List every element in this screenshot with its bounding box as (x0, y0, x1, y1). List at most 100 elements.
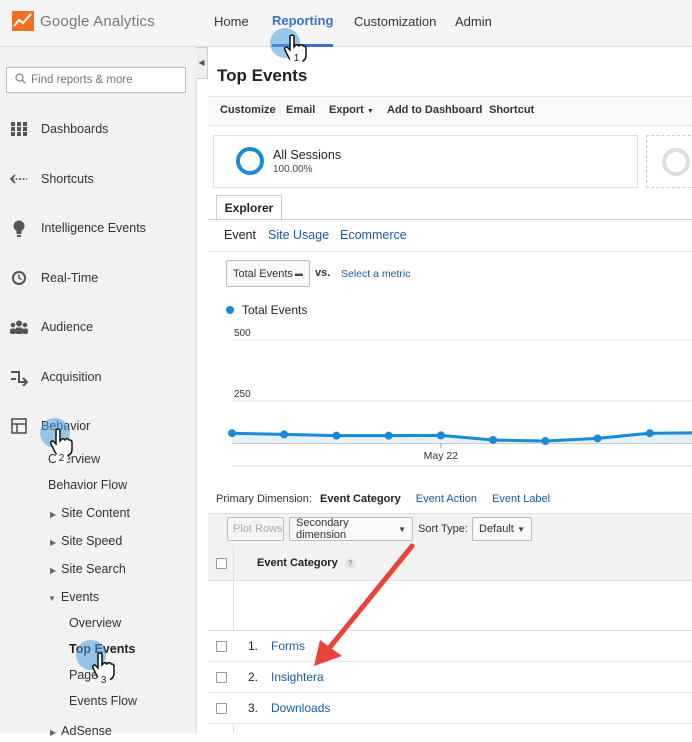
sidebar-item-label: Shortcuts (41, 172, 94, 186)
expand-triangle-icon: ▶ (50, 510, 57, 519)
callout-number-3: 3 (97, 674, 110, 687)
data-point[interactable] (645, 429, 654, 438)
subtab-divider (208, 251, 692, 252)
collapse-sidebar-button[interactable]: ◀ (196, 47, 208, 79)
row-number: 3. (248, 701, 259, 715)
sidebar-item-acquisition[interactable]: Acquisition (8, 365, 101, 389)
callout-number-2: 2 (55, 452, 68, 465)
sort-type-dropdown[interactable]: Default ▼ (472, 517, 532, 541)
chevron-down-icon: ▼ (517, 524, 525, 534)
collapse-triangle-icon: ▼ (48, 594, 56, 603)
expand-triangle-icon: ▶ (50, 538, 57, 547)
sidebar-item-intelligence-events[interactable]: Intelligence Events (8, 216, 146, 240)
subtab-event[interactable]: Event (224, 228, 256, 242)
data-point[interactable] (436, 431, 445, 440)
sidebar-subitem-label: Site Speed (61, 534, 123, 548)
tab-home[interactable]: Home (214, 0, 249, 46)
secondary-dimension-label: Secondary dimension (296, 517, 349, 541)
sidebar-item-label: Real-Time (41, 271, 99, 285)
table-summary-row (208, 581, 692, 631)
sidebar-item-dashboards[interactable]: Dashboards (8, 117, 108, 141)
row-link-insightera[interactable]: Insightera (271, 670, 324, 684)
sidebar-subitem-site-speed[interactable]: ▶ Site Speed (50, 532, 122, 550)
sort-type-label: Sort Type: (418, 523, 468, 535)
row-checkbox[interactable] (216, 641, 227, 652)
email-button[interactable]: Email (286, 104, 315, 116)
sidebar-item-label: Acquisition (41, 370, 102, 384)
sidebar-item-label: Intelligence Events (41, 221, 146, 235)
metric-dropdown-value: Total Events (233, 267, 293, 280)
segment-percent: 100.00% (273, 164, 313, 175)
dimension-event-action[interactable]: Event Action (416, 493, 477, 505)
row-checkbox[interactable] (216, 703, 227, 714)
sidebar-subitem-events-flow[interactable]: Events Flow (69, 692, 137, 710)
data-point[interactable] (593, 434, 602, 443)
segment-donut-icon (236, 147, 264, 175)
table-row: 1. Forms (208, 631, 692, 662)
tab-admin[interactable]: Admin (455, 0, 492, 46)
sidebar-subitem-label: AdSense (61, 724, 112, 738)
dimension-event-category[interactable]: Event Category (320, 493, 401, 505)
plot-rows-button[interactable]: Plot Rows (227, 517, 284, 541)
row-link-downloads[interactable]: Downloads (271, 701, 330, 715)
lightbulb-icon (8, 219, 30, 237)
secondary-dimension-dropdown[interactable]: Secondary dimension ▼ (289, 517, 413, 541)
data-point[interactable] (384, 431, 393, 440)
segment-all-sessions[interactable]: All Sessions 100.00% (213, 135, 638, 188)
google-analytics-logo[interactable]: Google Analytics (12, 8, 155, 34)
legend-dot-icon (226, 306, 234, 314)
sidebar-subitem-behavior-flow[interactable]: Behavior Flow (48, 476, 127, 494)
sidebar-subitem-label: Events (60, 590, 100, 604)
sidebar-subitem-site-search[interactable]: ▶ Site Search (50, 560, 126, 578)
sidebar-subitem-site-content[interactable]: ▶ Site Content (50, 504, 130, 522)
row-checkbox[interactable] (216, 672, 227, 683)
add-to-dashboard-button[interactable]: Add to Dashboard (387, 104, 482, 116)
metric-dropdown[interactable]: Total Events ▬ (226, 260, 310, 287)
sidebar-subitem-events-overview[interactable]: Overview (69, 614, 121, 632)
search-input[interactable] (29, 73, 183, 87)
tab-explorer[interactable]: Explorer (216, 195, 282, 221)
shortcut-arrow-icon (8, 170, 30, 188)
shortcut-button[interactable]: Shortcut (489, 104, 534, 116)
subtab-site-usage[interactable]: Site Usage (268, 228, 329, 242)
export-label: Export (329, 104, 364, 116)
data-point[interactable] (280, 430, 289, 439)
sidebar-subitem-label: Site Search (61, 562, 126, 576)
x-tick-label: May 22 (424, 450, 459, 462)
export-button[interactable]: Export ▼ (329, 104, 374, 116)
dimension-event-label[interactable]: Event Label (492, 493, 550, 505)
y-tick-label: 500 (234, 328, 251, 339)
tab-customization[interactable]: Customization (354, 0, 436, 46)
sidebar-item-label: Audience (41, 320, 94, 334)
primary-dimension-label: Primary Dimension: (216, 493, 312, 505)
sidebar-subitem-adsense[interactable]: ▶ AdSense (50, 722, 112, 740)
data-point[interactable] (541, 437, 550, 446)
sidebar-item-shortcuts[interactable]: Shortcuts (8, 167, 94, 191)
sidebar-item-audience[interactable]: Audience (8, 315, 93, 339)
add-segment-placeholder[interactable] (646, 135, 692, 188)
sidebar-item-real-time[interactable]: Real-Time (8, 266, 98, 290)
legend-series-name: Total Events (242, 303, 308, 317)
select-all-checkbox[interactable] (216, 558, 227, 569)
customize-button[interactable]: Customize (220, 104, 276, 116)
data-point[interactable] (489, 436, 498, 445)
chart-legend[interactable]: Total Events (226, 303, 307, 317)
row-number: 2. (248, 670, 259, 684)
chevron-down-icon: ▼ (366, 108, 374, 115)
search-icon (11, 73, 29, 87)
clock-icon (8, 269, 30, 287)
grid-icon (8, 120, 30, 138)
search-box[interactable] (6, 67, 186, 93)
table-row: 2. Insightera (208, 662, 692, 693)
subtab-ecommerce[interactable]: Ecommerce (340, 228, 407, 242)
data-point[interactable] (228, 429, 236, 438)
y-tick-label: 250 (234, 389, 251, 400)
line-chart: 250 500 May 22 (228, 328, 692, 467)
sidebar-subitem-events[interactable]: ▼ Events (48, 588, 99, 606)
segment-name: All Sessions (273, 148, 342, 162)
people-icon (8, 318, 30, 336)
data-point[interactable] (332, 431, 341, 440)
sidebar-item-label: Dashboards (41, 122, 109, 136)
red-annotation-arrow (314, 543, 415, 666)
select-metric-link[interactable]: Select a metric (341, 268, 410, 280)
